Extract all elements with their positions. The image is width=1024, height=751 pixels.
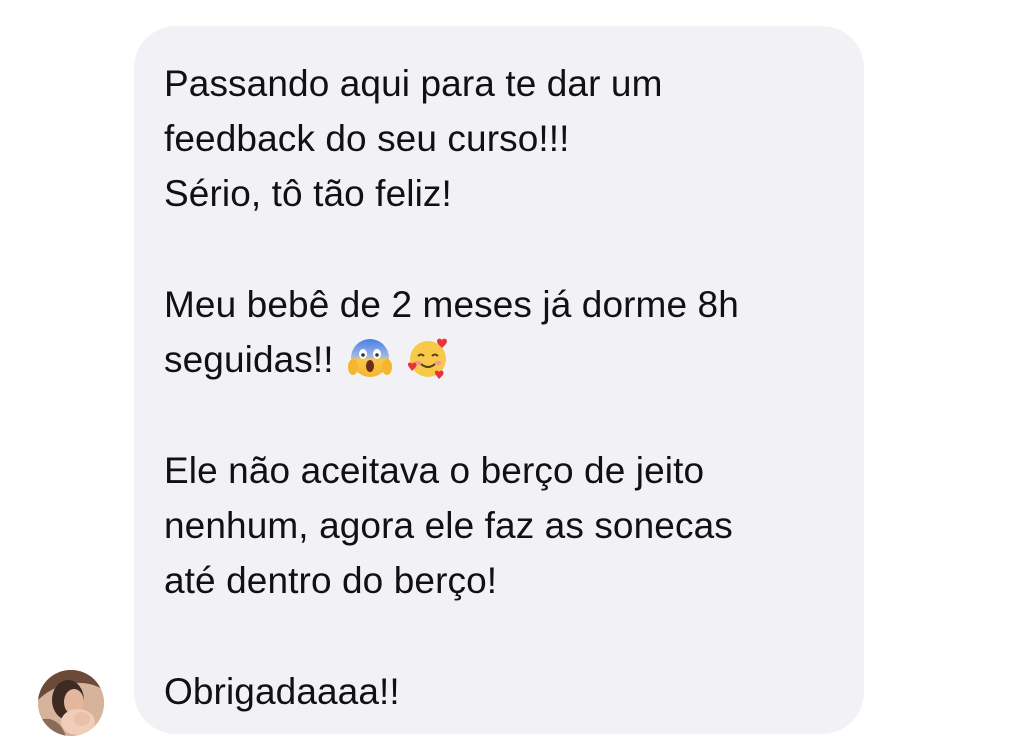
message-line: até dentro do berço! <box>164 560 498 601</box>
message-line: nenhum, agora ele faz as sonecas <box>164 505 733 546</box>
message-line-text: seguidas!! <box>164 339 334 380</box>
message-line: Meu bebê de 2 meses já dorme 8h <box>164 284 739 325</box>
message-line: Sério, tô tão feliz! <box>164 173 452 214</box>
message-line: Obrigadaaaa!! <box>164 671 400 712</box>
message-line-with-emojis: seguidas!! <box>164 332 844 387</box>
face-screaming-in-fear-emoji <box>348 339 393 377</box>
mother-with-baby-avatar-icon <box>38 670 104 736</box>
message-bubble[interactable]: Passando aqui para te dar um feedback do… <box>134 26 864 734</box>
sender-avatar[interactable] <box>38 670 104 736</box>
message-line: Passando aqui para te dar um <box>164 63 663 104</box>
smiling-face-with-hearts-emoji <box>408 338 448 379</box>
message-line: Ele não aceitava o berço de jeito <box>164 450 705 491</box>
message-line: feedback do seu curso!!! <box>164 118 570 159</box>
